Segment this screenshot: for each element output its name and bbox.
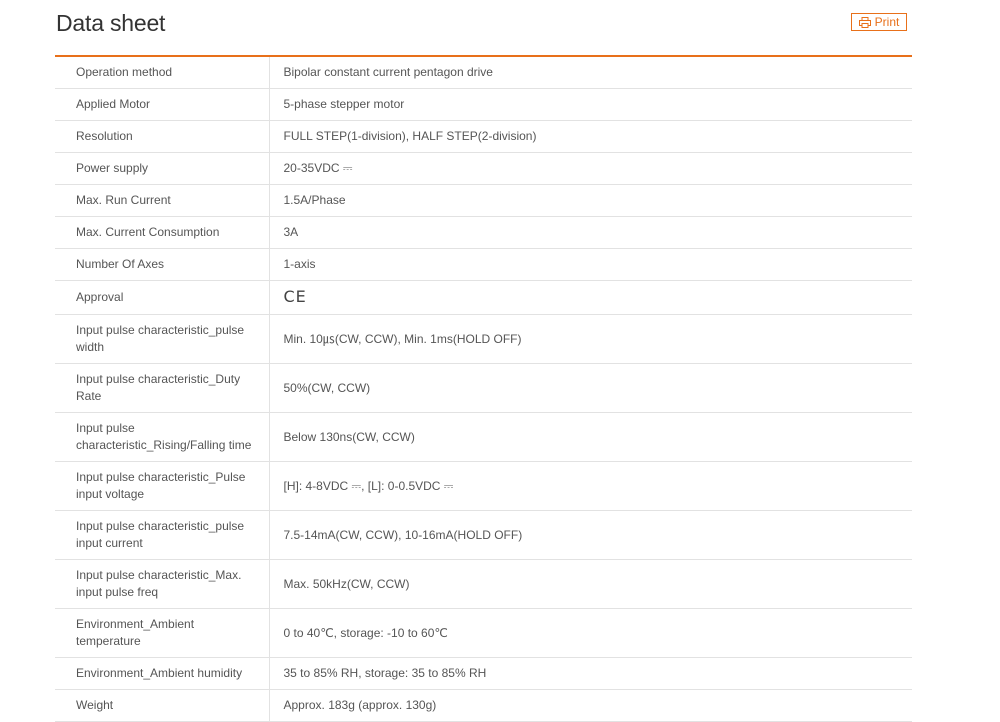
spec-row: Max. Run Current 1.5A/Phase [55, 184, 912, 217]
spec-label: Max. Current Consumption [55, 216, 270, 249]
spec-row: Weight Approx. 183g (approx. 130g) [55, 689, 912, 722]
spec-value: 20-35VDC ⎓ [269, 152, 912, 185]
spec-value: CE [269, 280, 912, 315]
print-label: Print [874, 15, 900, 29]
spec-label: Resolution [55, 120, 270, 153]
spec-value: 0 to 40℃, storage: -10 to 60℃ [269, 608, 912, 658]
spec-value: FULL STEP(1-division), HALF STEP(2-divis… [269, 120, 912, 153]
spec-row: Max. Current Consumption 3A [55, 216, 912, 249]
print-button[interactable]: Print [851, 13, 907, 31]
spec-value: 50%(CW, CCW) [269, 363, 912, 413]
spec-value: Min. 10㎲(CW, CCW), Min. 1ms(HOLD OFF) [269, 314, 912, 364]
spec-value: 1-axis [269, 248, 912, 281]
spec-label: Input pulse characteristic_Rising/Fallin… [55, 412, 270, 462]
spec-value: 35 to 85% RH, storage: 35 to 85% RH [269, 657, 912, 690]
ce-mark-icon: CE [283, 287, 307, 306]
spec-label: Number Of Axes [55, 248, 270, 281]
spec-value: 1.5A/Phase [269, 184, 912, 217]
spec-label: Input pulse characteristic_Max. input pu… [55, 559, 270, 609]
spec-row: Environment_Ambient humidity 35 to 85% R… [55, 657, 912, 690]
spec-value: Approx. 183g (approx. 130g) [269, 689, 912, 722]
spec-label: Operation method [55, 56, 270, 89]
spec-row: Power supply 20-35VDC ⎓ [55, 152, 912, 185]
spec-row: Input pulse characteristic_Pulse input v… [55, 461, 912, 511]
spec-row: Input pulse characteristic_Max. input pu… [55, 559, 912, 609]
spec-value: 5-phase stepper motor [269, 88, 912, 121]
spec-row: Number Of Axes 1-axis [55, 248, 912, 281]
spec-value: Below 130ns(CW, CCW) [269, 412, 912, 462]
page-title: Data sheet [56, 10, 166, 36]
spec-row: Approval CE [55, 280, 912, 315]
spec-row: Environment_Ambient temperature 0 to 40℃… [55, 608, 912, 658]
spec-row: Resolution FULL STEP(1-division), HALF S… [55, 120, 912, 153]
spec-table: Operation method Bipolar constant curren… [55, 55, 912, 722]
spec-label: Input pulse characteristic_pulse width [55, 314, 270, 364]
printer-icon [858, 16, 871, 28]
spec-value: [H]: 4-8VDC ⎓, [L]: 0-0.5VDC ⎓ [269, 461, 912, 511]
spec-row: Input pulse characteristic_pulse width M… [55, 314, 912, 364]
spec-label: Max. Run Current [55, 184, 270, 217]
spec-label: Weight [55, 689, 270, 722]
spec-label: Environment_Ambient humidity [55, 657, 270, 690]
spec-label: Approval [55, 280, 270, 315]
spec-value: Max. 50kHz(CW, CCW) [269, 559, 912, 609]
spec-row: Input pulse characteristic_Duty Rate 50%… [55, 363, 912, 413]
spec-value: Bipolar constant current pentagon drive [269, 56, 912, 89]
spec-label: Environment_Ambient temperature [55, 608, 270, 658]
spec-label: Power supply [55, 152, 270, 185]
spec-row: Applied Motor 5-phase stepper motor [55, 88, 912, 121]
spec-label: Applied Motor [55, 88, 270, 121]
spec-label: Input pulse characteristic_Pulse input v… [55, 461, 270, 511]
spec-label: Input pulse characteristic_pulse input c… [55, 510, 270, 560]
spec-row: Operation method Bipolar constant curren… [55, 56, 912, 89]
spec-row: Input pulse characteristic_pulse input c… [55, 510, 912, 560]
spec-value: 3A [269, 216, 912, 249]
spec-label: Input pulse characteristic_Duty Rate [55, 363, 270, 413]
spec-value: 7.5-14mA(CW, CCW), 10-16mA(HOLD OFF) [269, 510, 912, 560]
spec-row: Input pulse characteristic_Rising/Fallin… [55, 412, 912, 462]
